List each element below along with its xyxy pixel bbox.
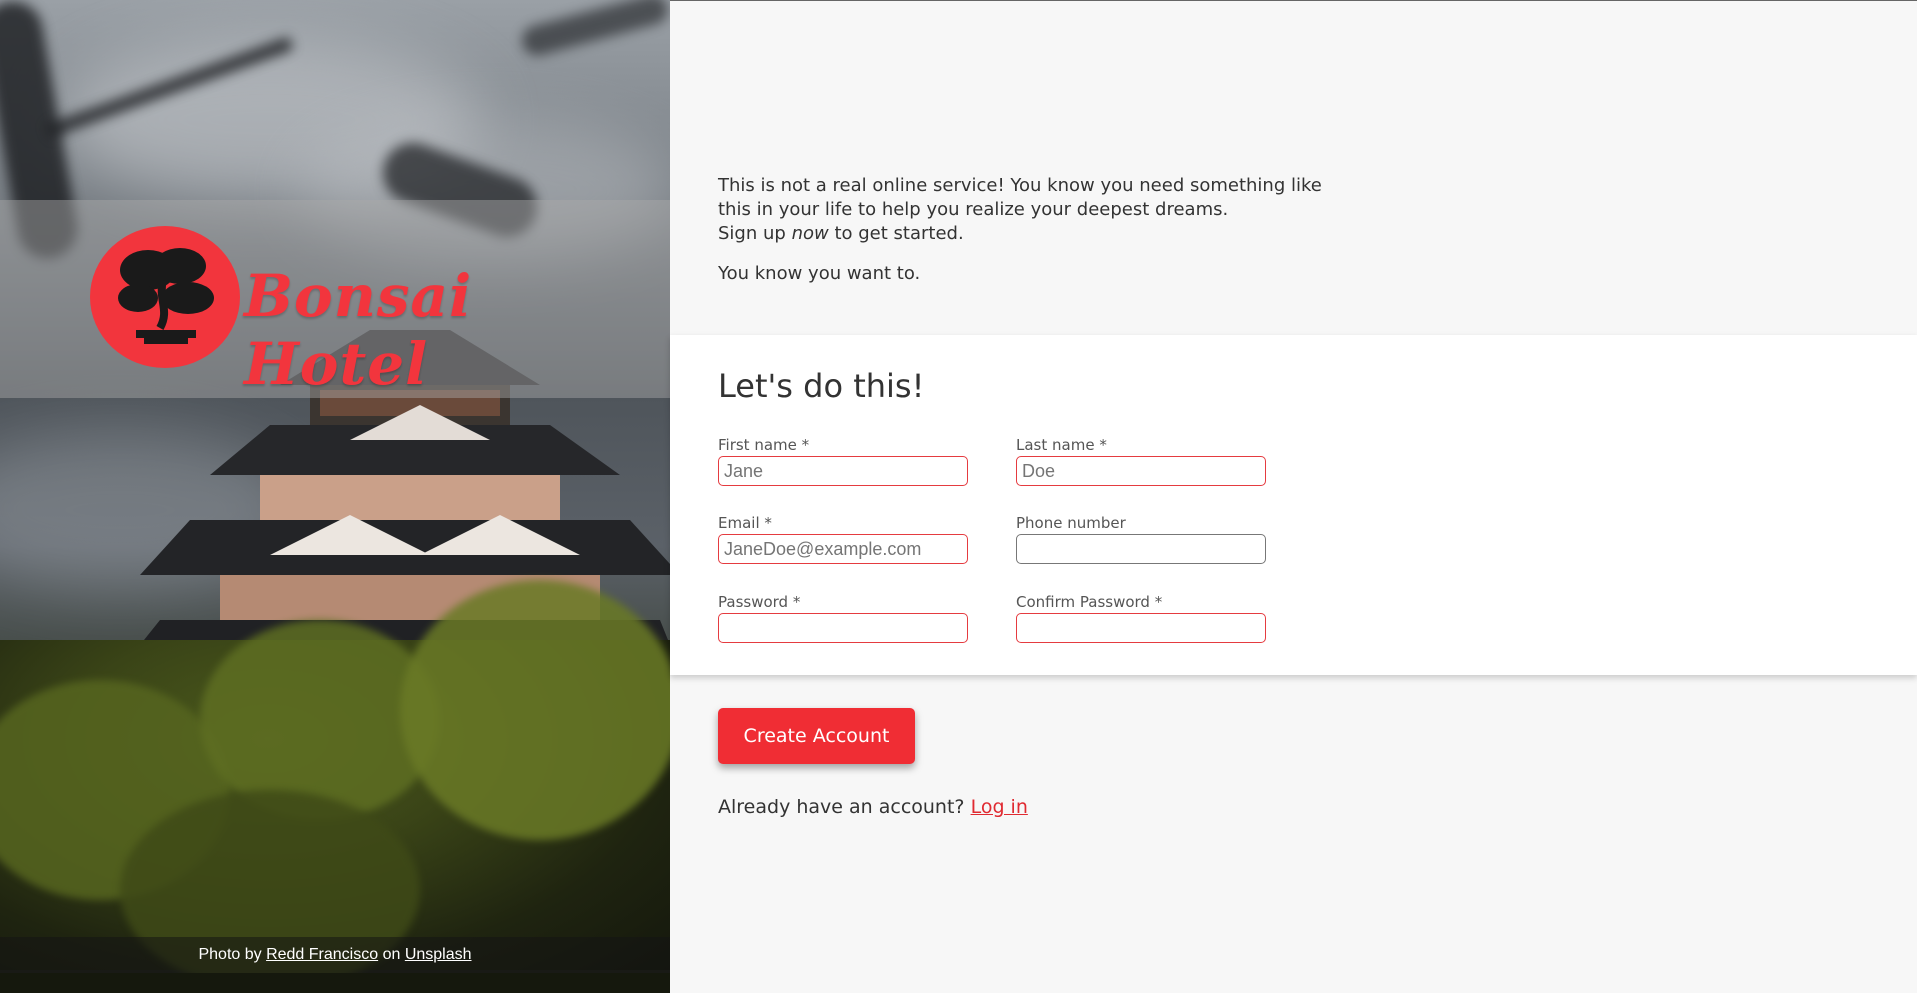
password-label: Password * [718, 593, 801, 611]
intro-line-1: This is not a real online service! You k… [718, 175, 1322, 220]
credit-on: on [382, 946, 401, 963]
password-group: Password * [718, 593, 968, 643]
email-group: Email * [718, 514, 968, 564]
brand-name: Bonsai Hotel [244, 262, 473, 398]
bonsai-logo-icon [90, 226, 240, 368]
last-name-group: Last name * [1016, 436, 1266, 486]
last-name-label: Last name * [1016, 436, 1107, 454]
intro-line-2: You know you want to. [718, 263, 921, 284]
confirm-password-label: Confirm Password * [1016, 593, 1163, 611]
signup-emphasis: now [791, 223, 829, 244]
signup-form: Let's do this! First name * Last name * … [670, 335, 1917, 675]
unsplash-link[interactable]: Unsplash [405, 946, 472, 963]
login-link[interactable]: Log in [971, 796, 1028, 818]
create-account-button[interactable]: Create Account [718, 708, 915, 764]
phone-input[interactable] [1016, 534, 1266, 564]
login-prompt: Already have an account? Log in [718, 796, 1028, 818]
intro-text: This is not a real online service! You k… [718, 174, 1358, 302]
first-name-input[interactable] [718, 456, 968, 486]
hero-photo-panel: Bonsai Hotel Photo by Redd Francisco on … [0, 0, 670, 993]
phone-label: Phone number [1016, 514, 1126, 532]
last-name-input[interactable] [1016, 456, 1266, 486]
email-input[interactable] [718, 534, 968, 564]
photo-credit: Photo by Redd Francisco on Unsplash [0, 937, 670, 973]
credit-prefix: Photo by [198, 946, 262, 963]
login-prompt-text: Already have an account? [718, 796, 965, 818]
signup-pre: Sign up [718, 223, 786, 244]
phone-group: Phone number [1016, 514, 1266, 564]
first-name-group: First name * [718, 436, 968, 486]
signup-post: to get started. [834, 223, 964, 244]
top-border [670, 0, 1917, 1]
confirm-password-group: Confirm Password * [1016, 593, 1266, 643]
email-label: Email * [718, 514, 772, 532]
panel-bottom [0, 973, 670, 993]
first-name-label: First name * [718, 436, 810, 454]
password-input[interactable] [718, 613, 968, 643]
form-title: Let's do this! [718, 367, 925, 405]
confirm-password-input[interactable] [1016, 613, 1266, 643]
photographer-link[interactable]: Redd Francisco [266, 946, 378, 963]
